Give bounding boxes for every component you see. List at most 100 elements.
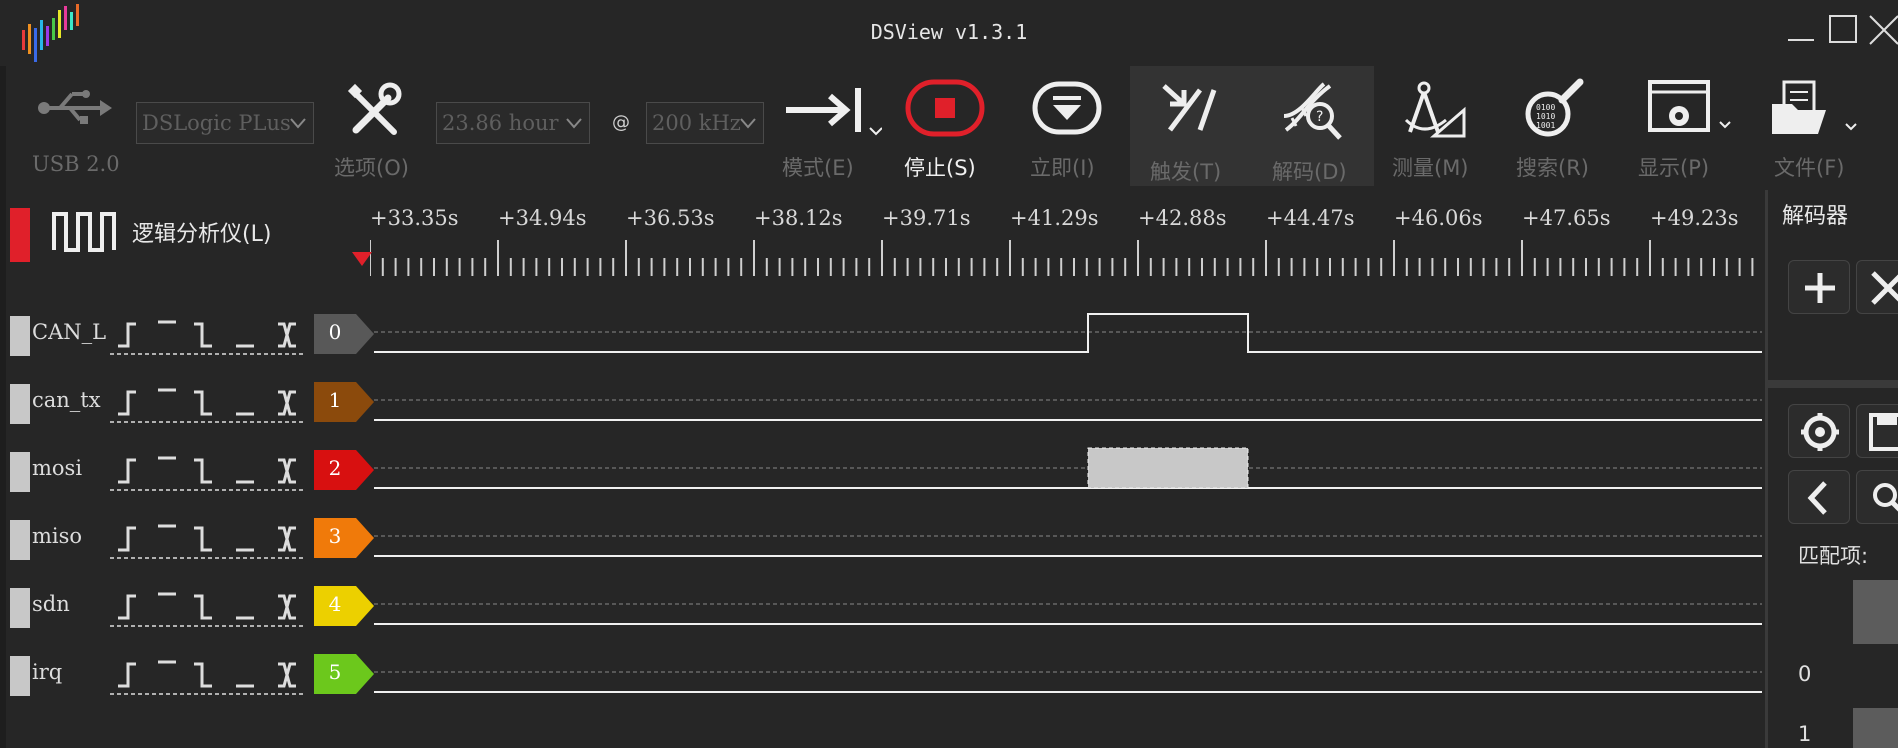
trigger-type-selector[interactable] — [106, 586, 310, 628]
save-button[interactable] — [1856, 404, 1898, 458]
trigger-type-selector[interactable] — [106, 654, 310, 696]
instant-label[interactable]: 立即(I) — [1030, 152, 1095, 182]
falling-edge-icon[interactable] — [194, 526, 212, 552]
add-decoder-button[interactable] — [1788, 260, 1850, 314]
falling-edge-icon[interactable] — [194, 594, 212, 620]
measure-label[interactable]: 测量(M) — [1392, 152, 1469, 182]
ruler-tick-label: +47.65s — [1522, 206, 1611, 230]
channel-name[interactable]: miso — [32, 524, 82, 548]
gear-icon — [1801, 413, 1839, 451]
channel-row[interactable]: irq 5 — [0, 640, 1762, 708]
window-title: DSView v1.3.1 — [870, 20, 1028, 44]
trigger-label[interactable]: 触发(T) — [1150, 156, 1221, 186]
match-row-index: 0 — [1798, 662, 1812, 686]
falling-edge-icon[interactable] — [194, 662, 212, 688]
channel-row[interactable]: sdn 4 — [0, 572, 1762, 640]
file-label[interactable]: 文件(F) — [1774, 152, 1844, 182]
ruler-tick-label: +36.53s — [626, 206, 715, 230]
decode-label[interactable]: 解码(D) — [1272, 156, 1347, 186]
rising-edge-icon[interactable] — [118, 526, 136, 552]
channel-row[interactable]: can_tx 1 — [0, 368, 1762, 436]
channel-waveform[interactable] — [374, 368, 1762, 436]
channel-name[interactable]: mosi — [32, 456, 82, 480]
channel-row[interactable]: CAN_L 0 — [0, 300, 1762, 368]
channel-handle[interactable] — [10, 452, 30, 492]
channel-handle[interactable] — [10, 520, 30, 560]
channel-handle[interactable] — [10, 384, 30, 424]
group-label[interactable]: 逻辑分析仪(L) — [132, 216, 271, 248]
time-ruler[interactable]: 逻辑分析仪(L) +33.35s +34.94s +36.53s +38.12s… — [0, 190, 1762, 290]
trigger-type-selector[interactable] — [106, 518, 310, 560]
channel-name[interactable]: can_tx — [32, 388, 101, 412]
search-binary-icon[interactable]: 0100 1010 1001 — [1522, 78, 1588, 142]
channel-name[interactable]: irq — [32, 660, 62, 684]
trigger-type-selector[interactable] — [106, 450, 310, 492]
group-color-handle[interactable] — [10, 208, 30, 262]
any-edge-icon[interactable] — [278, 390, 296, 416]
decode-dna-icon[interactable]: ? — [1280, 80, 1344, 142]
previous-match-button[interactable] — [1788, 470, 1850, 524]
match-label: 匹配项: — [1798, 544, 1869, 568]
rising-edge-icon[interactable] — [118, 662, 136, 688]
channel-handle[interactable] — [10, 316, 30, 356]
channel-waveform[interactable] — [374, 640, 1762, 708]
channel-index: 2 — [328, 456, 342, 480]
display-settings-icon[interactable] — [1646, 80, 1732, 140]
trigger-type-selector[interactable] — [106, 314, 310, 356]
channel-handle[interactable] — [10, 588, 30, 628]
display-label[interactable]: 显示(P) — [1638, 152, 1709, 182]
waveform-signal — [374, 313, 1762, 353]
duration-select[interactable]: 23.86 hour — [436, 102, 590, 144]
channel-row[interactable]: miso 3 — [0, 504, 1762, 572]
channel-waveform[interactable] — [374, 504, 1762, 572]
chevron-left-icon — [1807, 481, 1827, 515]
trigger-type-selector[interactable] — [106, 382, 310, 424]
channel-waveform[interactable] — [374, 300, 1762, 368]
measure-compass-icon[interactable] — [1400, 80, 1466, 142]
instant-capture-icon[interactable] — [1032, 80, 1102, 138]
rising-edge-icon[interactable] — [118, 390, 136, 416]
rising-edge-icon[interactable] — [118, 322, 136, 348]
panel-separator — [1768, 380, 1898, 388]
any-edge-icon[interactable] — [278, 662, 296, 688]
svg-text:?: ? — [1316, 109, 1323, 125]
decoder-settings-button[interactable] — [1788, 404, 1850, 458]
minimize-icon[interactable] — [1784, 12, 1818, 46]
maximize-icon[interactable] — [1826, 12, 1860, 46]
ruler-tick-label: +34.94s — [498, 206, 587, 230]
search-label[interactable]: 搜索(R) — [1516, 152, 1589, 182]
falling-edge-icon[interactable] — [194, 458, 212, 484]
ruler-tick-label: +44.47s — [1266, 206, 1355, 230]
mode-label[interactable]: 模式(E) — [782, 152, 854, 182]
any-edge-icon[interactable] — [278, 458, 296, 484]
channel-index: 4 — [328, 592, 342, 616]
any-edge-icon[interactable] — [278, 526, 296, 552]
rising-edge-icon[interactable] — [118, 458, 136, 484]
file-folder-icon[interactable] — [1770, 80, 1860, 140]
options-label[interactable]: 选项(O) — [334, 152, 409, 182]
channel-waveform[interactable] — [374, 436, 1762, 504]
falling-edge-icon[interactable] — [194, 390, 212, 416]
channel-name[interactable]: CAN_L — [32, 320, 106, 344]
channel-name[interactable]: sdn — [32, 592, 70, 616]
falling-edge-icon[interactable] — [194, 322, 212, 348]
wrench-screwdriver-icon[interactable] — [344, 82, 404, 142]
any-edge-icon[interactable] — [278, 322, 296, 348]
mode-arrow-icon[interactable] — [782, 82, 882, 144]
chevron-down-icon — [566, 118, 582, 129]
channel-waveform[interactable] — [374, 572, 1762, 640]
trigger-icon[interactable] — [1160, 82, 1220, 138]
device-select[interactable]: DSLogic PLus — [136, 102, 314, 144]
samplerate-select[interactable]: 200 kHz — [646, 102, 764, 144]
channel-index: 1 — [328, 388, 342, 412]
channel-handle[interactable] — [10, 656, 30, 696]
match-cell — [1853, 580, 1898, 644]
rising-edge-icon[interactable] — [118, 594, 136, 620]
close-icon[interactable] — [1866, 12, 1898, 46]
remove-decoder-button[interactable] — [1856, 260, 1898, 314]
search-button[interactable] — [1856, 470, 1898, 524]
any-edge-icon[interactable] — [278, 594, 296, 620]
stop-label[interactable]: 停止(S) — [904, 152, 976, 182]
channel-row[interactable]: mosi 2 — [0, 436, 1762, 504]
stop-icon[interactable] — [904, 78, 988, 140]
